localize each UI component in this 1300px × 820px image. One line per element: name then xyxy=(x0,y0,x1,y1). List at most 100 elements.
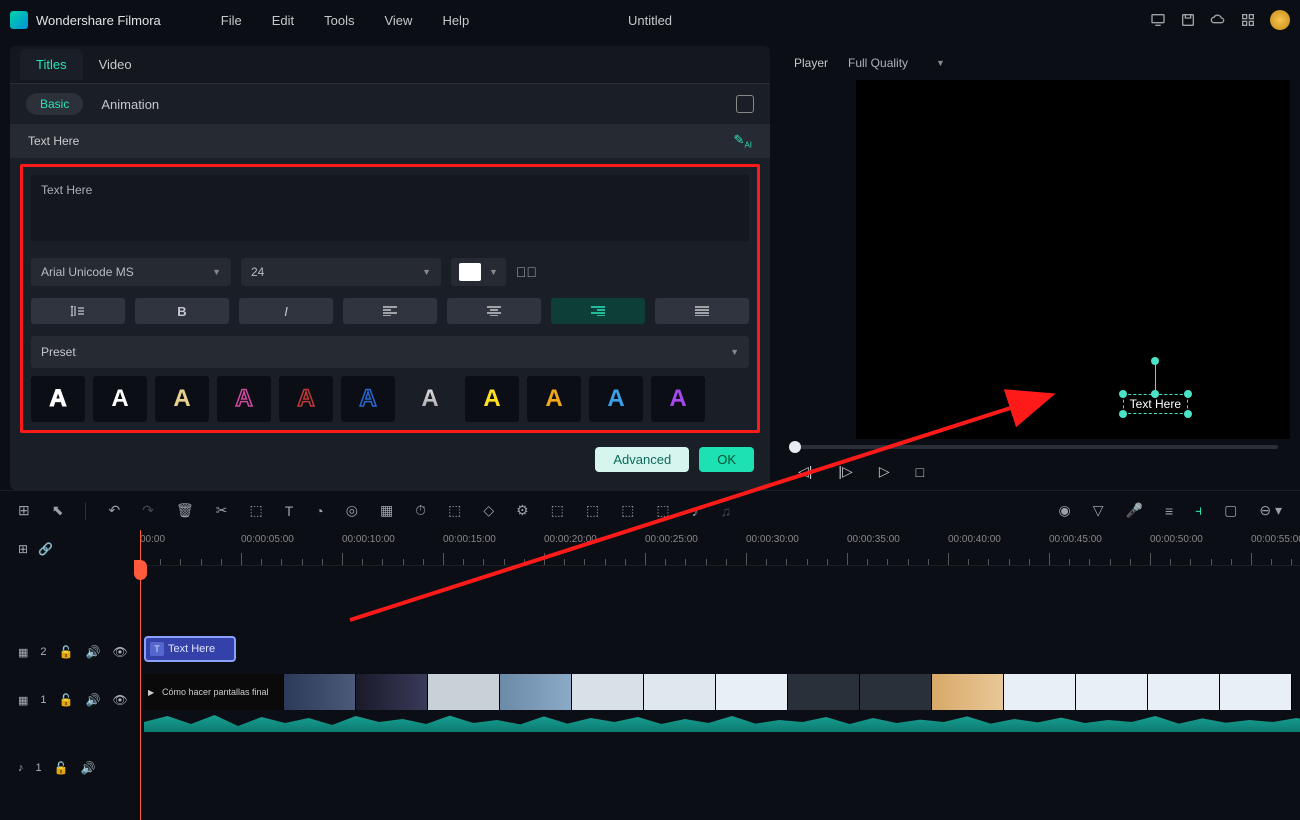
track-a1-lock-icon[interactable]: 🔓 xyxy=(54,761,69,775)
align-justify-button[interactable] xyxy=(655,298,749,324)
fullscreen-icon[interactable]: ▢ xyxy=(1224,502,1237,519)
italic-button[interactable]: I xyxy=(239,298,333,324)
grid-icon[interactable] xyxy=(1240,12,1256,28)
preset-dropdown[interactable]: Preset ▼ xyxy=(31,336,749,368)
undo-icon[interactable]: ↶ xyxy=(108,502,120,519)
add-track-icon[interactable]: ⊞ xyxy=(18,502,30,519)
menu-help[interactable]: Help xyxy=(442,13,469,28)
video-clip[interactable]: Cómo hacer pantallas final xyxy=(144,674,1292,710)
tool-d-icon[interactable]: ⬚ xyxy=(656,502,669,519)
menu-file[interactable]: File xyxy=(221,13,242,28)
title-text-input[interactable]: Text Here xyxy=(31,175,749,241)
document-title: Untitled xyxy=(628,13,672,28)
music-icon[interactable]: ♫ xyxy=(721,503,732,519)
preset-9[interactable]: A xyxy=(527,376,581,422)
audio-waveform[interactable] xyxy=(144,712,1300,732)
text-color-picker[interactable]: ▼ xyxy=(451,258,506,286)
playback-slider[interactable] xyxy=(792,445,1278,449)
preset-2[interactable]: A xyxy=(93,376,147,422)
ok-button[interactable]: OK xyxy=(699,447,754,472)
track-a1-mute-icon[interactable]: 🔊 xyxy=(81,761,96,775)
redo-icon[interactable]: ↷ xyxy=(142,502,154,519)
menu-edit[interactable]: Edit xyxy=(272,13,294,28)
preset-4[interactable]: A xyxy=(217,376,271,422)
stop-icon[interactable]: □ xyxy=(916,464,924,480)
mic-icon[interactable]: 🎤 xyxy=(1126,502,1143,519)
prev-frame-icon[interactable]: ◁| xyxy=(798,463,812,480)
playhead[interactable] xyxy=(140,530,141,820)
preset-3[interactable]: A xyxy=(155,376,209,422)
bookmark-icon[interactable]: ▽ xyxy=(1093,502,1104,519)
adjust-icon[interactable]: ▦ xyxy=(380,502,393,519)
advanced-button[interactable]: Advanced xyxy=(595,447,689,472)
ruler-mark: 00:00:40:00 xyxy=(948,534,1001,545)
align-left-button[interactable] xyxy=(343,298,437,324)
keyframe-icon[interactable]: ⬚ xyxy=(448,502,461,519)
timer-icon[interactable]: ⏱ xyxy=(415,502,426,519)
preset-11[interactable]: A xyxy=(651,376,705,422)
subtab-basic[interactable]: Basic xyxy=(26,93,83,115)
track-v1-lock-icon[interactable]: 🔓 xyxy=(59,693,74,707)
line-spacing-button[interactable] xyxy=(31,298,125,324)
preset-8[interactable]: A xyxy=(465,376,519,422)
font-size-value: 24 xyxy=(251,265,264,279)
monitor-icon[interactable] xyxy=(1150,12,1166,28)
select-tool-icon[interactable]: ⬉ xyxy=(52,502,64,519)
track-t2-mute-icon[interactable]: 🔊 xyxy=(85,645,100,659)
tab-video[interactable]: Video xyxy=(83,49,148,80)
render-icon[interactable]: ⫞ xyxy=(1195,502,1202,519)
video-preview[interactable]: Text Here xyxy=(856,80,1290,439)
menu-view[interactable]: View xyxy=(384,13,412,28)
marker-icon[interactable]: ◉ xyxy=(1059,502,1071,519)
preset-6[interactable]: A xyxy=(341,376,395,422)
time-ruler[interactable]: 00:0000:00:05:0000:00:10:0000:00:15:0000… xyxy=(140,530,1300,566)
audio-tool-icon[interactable]: ♪ xyxy=(692,503,699,519)
zoom-out-icon[interactable]: ⊖ ▾ xyxy=(1259,502,1282,519)
preview-text-overlay[interactable]: Text Here xyxy=(1123,394,1188,414)
quality-dropdown[interactable]: Full Quality▼ xyxy=(848,56,945,70)
speed-icon[interactable]: ◔ xyxy=(315,503,323,519)
crop-icon[interactable]: ⬚ xyxy=(249,502,262,519)
save-preset-icon[interactable] xyxy=(736,95,754,113)
next-frame-icon[interactable]: |▷ xyxy=(838,463,852,480)
track-v1-visible-icon[interactable]: 👁 xyxy=(112,693,127,707)
text-tool-icon[interactable]: T xyxy=(285,503,294,519)
timeline-link-icon[interactable]: 🔗 xyxy=(38,542,53,556)
highlight-box: Text Here Arial Unicode MS▼ 24▼ ▼ �⃠ xyxy=(20,164,760,433)
track-t2-lock-icon[interactable]: 🔓 xyxy=(59,645,74,659)
ruler-mark: 00:00:05:00 xyxy=(241,534,294,545)
timeline-add-icon[interactable]: ⊞ xyxy=(18,542,28,556)
preset-10[interactable]: A xyxy=(589,376,643,422)
cut-icon[interactable]: ✂ xyxy=(216,502,228,519)
bold-button[interactable]: B xyxy=(135,298,229,324)
tool-b-icon[interactable]: ⬚ xyxy=(586,502,599,519)
subtab-animation[interactable]: Animation xyxy=(101,97,159,112)
preset-1[interactable]: A xyxy=(31,376,85,422)
preset-5[interactable]: A xyxy=(279,376,333,422)
user-avatar[interactable] xyxy=(1270,10,1290,30)
delete-icon[interactable]: 🗑 xyxy=(176,502,194,519)
preset-7[interactable]: A xyxy=(403,376,457,422)
tool-a-icon[interactable]: ⬚ xyxy=(551,502,564,519)
mixer-icon[interactable]: ≡ xyxy=(1165,503,1173,519)
eyedropper-icon[interactable]: �⃠ xyxy=(516,264,537,280)
settings-icon[interactable]: ⚙ xyxy=(516,502,529,519)
ruler-mark: 00:00:20:00 xyxy=(544,534,597,545)
color-icon[interactable]: ◎ xyxy=(346,502,358,519)
font-family-dropdown[interactable]: Arial Unicode MS▼ xyxy=(31,258,231,286)
ruler-mark: 00:00:45:00 xyxy=(1049,534,1102,545)
tool-c-icon[interactable]: ⬚ xyxy=(621,502,634,519)
menu-tools[interactable]: Tools xyxy=(324,13,354,28)
tab-titles[interactable]: Titles xyxy=(20,49,83,80)
align-center-button[interactable] xyxy=(447,298,541,324)
track-t2-visible-icon[interactable]: 👁 xyxy=(112,645,127,659)
text-clip[interactable]: TText Here xyxy=(144,636,236,662)
save-icon[interactable] xyxy=(1180,12,1196,28)
play-icon[interactable]: ▷ xyxy=(879,463,890,480)
font-size-dropdown[interactable]: 24▼ xyxy=(241,258,441,286)
align-right-button[interactable] xyxy=(551,298,645,324)
track-v1-mute-icon[interactable]: 🔊 xyxy=(85,693,100,707)
ai-icon[interactable]: ✎AI xyxy=(734,132,752,150)
cloud-icon[interactable] xyxy=(1210,12,1226,28)
mask-icon[interactable]: ◇ xyxy=(483,502,494,519)
